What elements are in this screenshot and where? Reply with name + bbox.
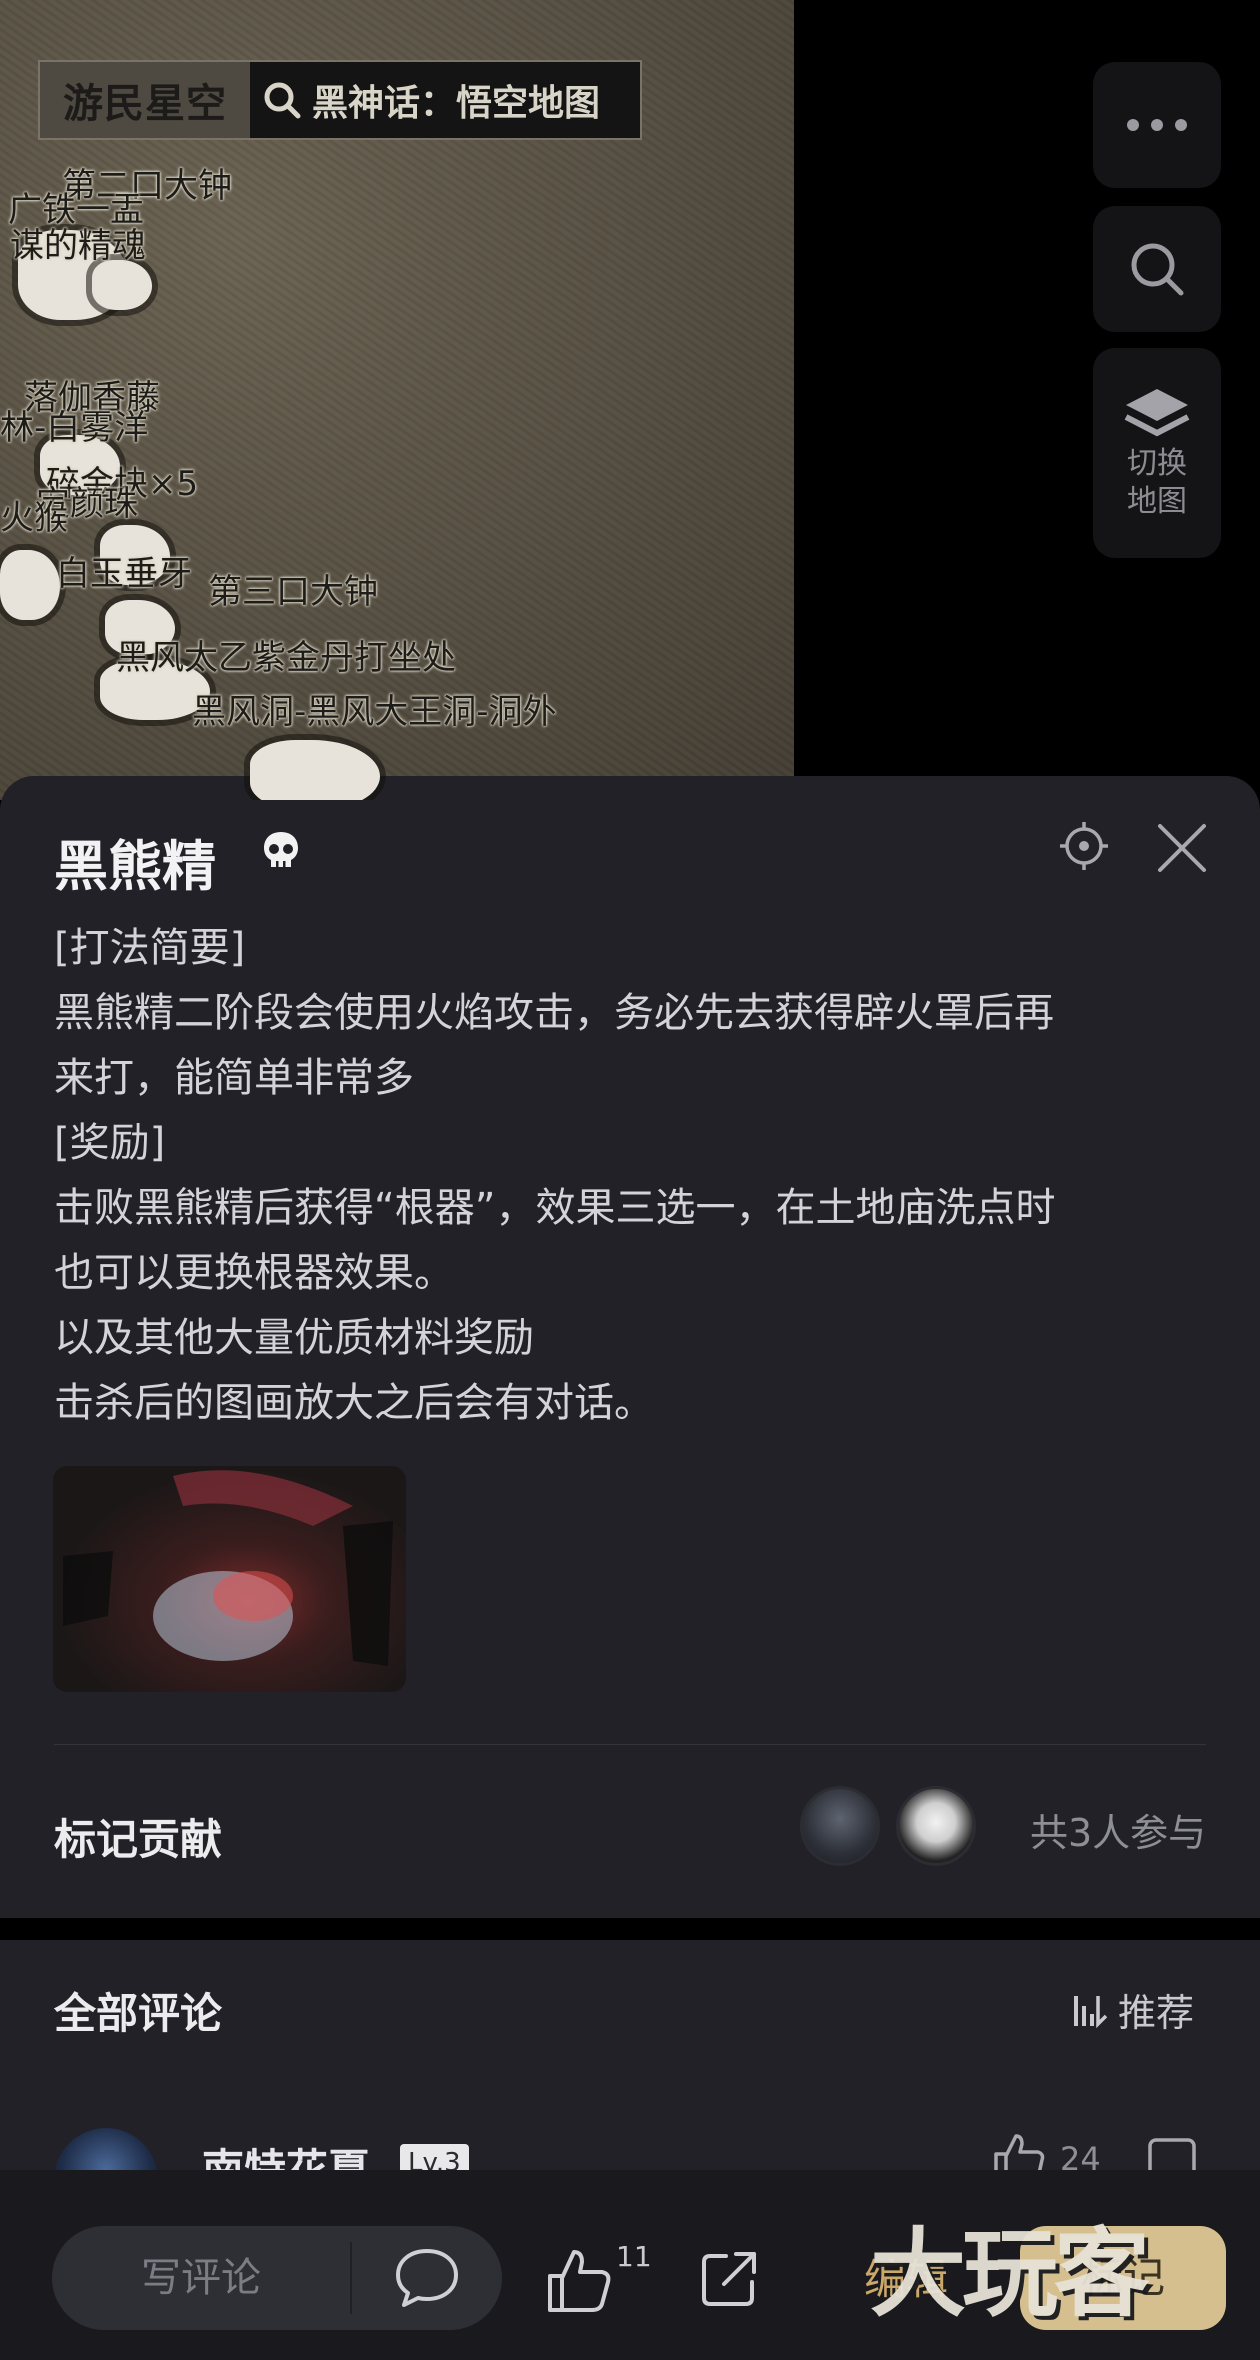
- close-icon[interactable]: [1154, 820, 1210, 876]
- description-line: [奖励]: [54, 1120, 166, 1166]
- comments-section: 全部评论 推荐 南特花夏 Lv.3 24: [0, 1940, 1260, 2232]
- screenshot-image: [63, 1470, 393, 1666]
- poi-title: 黑熊精: [54, 835, 216, 898]
- contribution-label: 标记贡献: [54, 1815, 223, 1864]
- comment-input[interactable]: [52, 2226, 350, 2330]
- comment-input-pill[interactable]: [52, 2226, 502, 2330]
- more-dots-icon: [1127, 119, 1187, 131]
- comments-title: 全部评论: [54, 1989, 223, 2038]
- map-marker[interactable]: [92, 260, 152, 310]
- thumbs-up-icon[interactable]: [544, 2246, 612, 2314]
- map-search-banner: 黑神话：悟空地图: [250, 62, 640, 138]
- map-label[interactable]: 火猴: [0, 490, 68, 539]
- chat-bubble-icon: [396, 2249, 458, 2307]
- map-label[interactable]: 黑风洞-黑风大王洞-洞外: [192, 684, 557, 733]
- description-line: 击杀后的图画放大之后会有对话。: [54, 1380, 654, 1426]
- skull-icon: [264, 832, 298, 867]
- map-label[interactable]: 黑风太乙紫金丹打坐处: [116, 630, 456, 679]
- site-logo: 游民星空: [40, 62, 250, 138]
- poi-description: [打法简要] 黑熊精二阶段会使用火焰攻击，务必先去获得辟火罩后再 来打，能简单非…: [54, 916, 1214, 1436]
- search-icon: [264, 82, 301, 119]
- map-label[interactable]: 第三口大钟: [208, 564, 378, 613]
- sort-button[interactable]: 推荐: [1072, 1982, 1194, 2037]
- description-line: 击败黑熊精后获得“根器”，效果三选一，在土地庙洗点时: [54, 1185, 1056, 1231]
- description-line: 来打，能简单非常多: [54, 1055, 414, 1101]
- locate-icon[interactable]: [1058, 820, 1110, 872]
- switch-map-label: 切换地图: [1127, 446, 1187, 519]
- map-view[interactable]: 游民星空 黑神话：悟空地图 第二口大钟 广铁一盂 谋的精魂 落伽香藤 林-白雾洋…: [0, 0, 794, 800]
- share-icon[interactable]: [698, 2248, 760, 2310]
- like-count: 11: [616, 2240, 652, 2273]
- sort-label: 推荐: [1118, 1991, 1195, 2035]
- search-icon: [1131, 243, 1184, 296]
- contributor-count[interactable]: 共3人参与: [1030, 1802, 1206, 1857]
- map-source-banner: 游民星空 黑神话：悟空地图: [38, 60, 642, 140]
- switch-map-button[interactable]: 切换地图: [1093, 348, 1221, 558]
- map-marker[interactable]: [250, 740, 380, 800]
- sort-icon: [1074, 1995, 1108, 2028]
- comments-button[interactable]: [352, 2247, 502, 2309]
- contributor-avatar[interactable]: [800, 1786, 880, 1866]
- description-line: [打法简要]: [54, 925, 246, 971]
- poi-screenshot-thumbnail[interactable]: [53, 1466, 406, 1692]
- description-line: 以及其他大量优质材料奖励: [54, 1315, 534, 1361]
- poi-detail-sheet: 黑熊精 [打法简要] 黑熊精二阶段会使用火焰攻击，务必先去获得辟火罩后再 来打，…: [0, 776, 1260, 1918]
- description-line: 黑熊精二阶段会使用火焰攻击，务必先去获得辟火罩后再: [54, 990, 1054, 1036]
- section-divider: [54, 1744, 1206, 1745]
- layers-icon: [1124, 389, 1190, 437]
- watermark: 大玩客: [870, 2218, 1150, 2330]
- description-line: 也可以更换根器效果。: [54, 1250, 454, 1296]
- map-search-text: 黑神话：悟空地图: [312, 83, 601, 124]
- contributor-avatar[interactable]: [896, 1786, 976, 1866]
- map-search-button[interactable]: [1093, 206, 1221, 332]
- map-label[interactable]: 白玉垂牙: [56, 546, 192, 595]
- map-marker[interactable]: [0, 550, 60, 620]
- map-label[interactable]: 林-白雾洋: [0, 400, 148, 449]
- more-button[interactable]: [1093, 62, 1221, 188]
- map-label[interactable]: 谋的精魂: [10, 218, 146, 267]
